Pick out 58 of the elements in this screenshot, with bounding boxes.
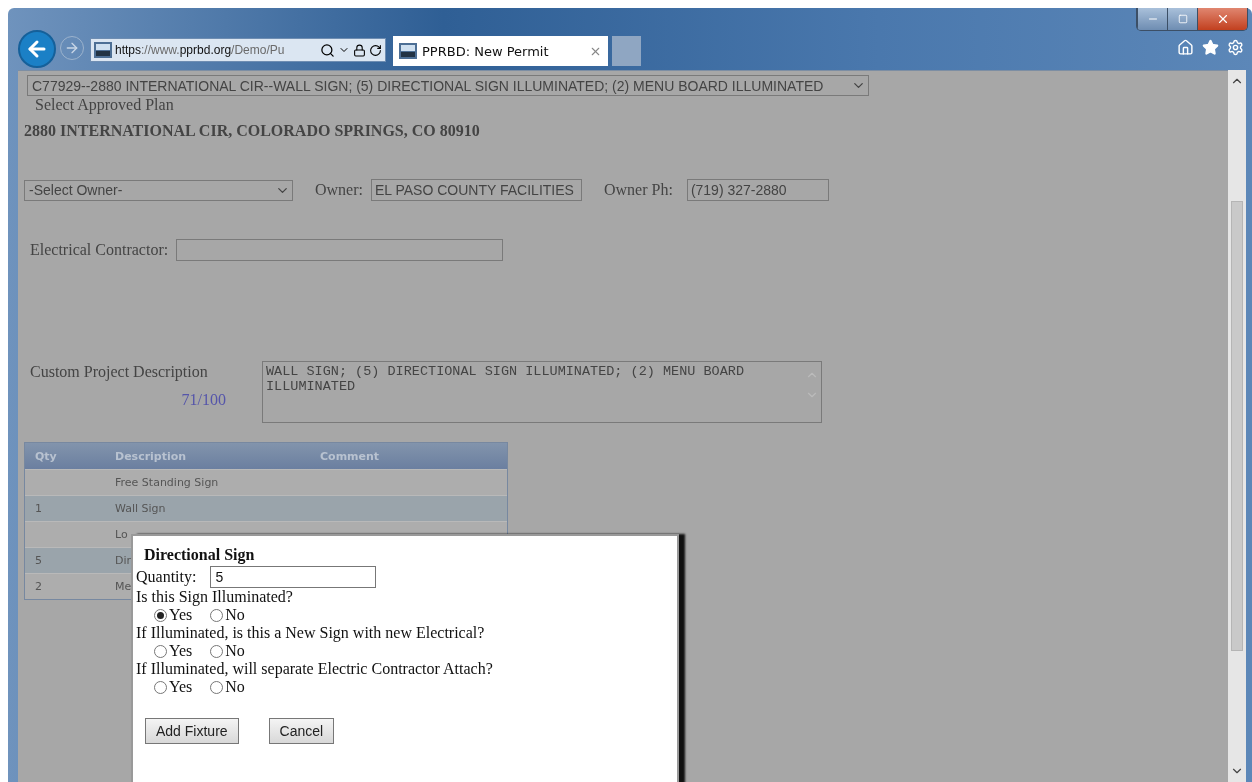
description-cell: Free Standing Sign bbox=[115, 476, 219, 489]
question-text: Is this Sign Illuminated? bbox=[136, 588, 294, 606]
browser-tab[interactable]: PPRBD: New Permit bbox=[393, 36, 608, 66]
add-fixture-button[interactable]: Add Fixture bbox=[145, 718, 239, 744]
close-button[interactable] bbox=[1197, 8, 1247, 30]
url-text: /Demo/Pu bbox=[231, 43, 285, 57]
settings-icon[interactable] bbox=[1227, 39, 1244, 56]
minimize-button[interactable] bbox=[1137, 8, 1167, 30]
electrical-contractor-label: Electrical Contractor: bbox=[30, 241, 169, 259]
character-counter: 71/100 bbox=[180, 391, 227, 409]
qty-cell: 5 bbox=[35, 554, 42, 567]
plan-select[interactable]: C77929--2880 INTERNATIONAL CIR--WALL SIGN; (5) DIRECTIONAL SIGN ILLUMINATED; (2) MENU BOARD ILLUMINATED bbox=[27, 75, 869, 96]
owner-phone-field[interactable]: (719) 327-2880 bbox=[686, 179, 829, 201]
owner-phone-label: Owner Ph: bbox=[604, 181, 673, 199]
column-header: Comment bbox=[320, 449, 381, 463]
electrical-contractor-field[interactable] bbox=[176, 239, 504, 261]
radio-option[interactable]: Yes bbox=[154, 678, 193, 696]
right-arrow-icon bbox=[64, 40, 80, 56]
description-cell: Wall Sign bbox=[115, 502, 166, 515]
scrollbar[interactable] bbox=[1228, 70, 1246, 782]
address-bar[interactable]: https://www.pprbd.org/Demo/Pu bbox=[90, 38, 386, 62]
column-header: Qty bbox=[35, 449, 58, 463]
refresh-icon[interactable] bbox=[369, 43, 382, 57]
cancel-button[interactable]: Cancel bbox=[268, 718, 335, 744]
url-text: https bbox=[115, 43, 141, 57]
home-icon[interactable] bbox=[1177, 39, 1194, 56]
maximize-button[interactable] bbox=[1167, 8, 1197, 30]
radio-option[interactable]: No bbox=[210, 606, 245, 624]
quantity-label: Quantity: bbox=[136, 568, 197, 586]
back-button[interactable] bbox=[18, 30, 56, 68]
maximize-icon bbox=[1177, 14, 1188, 24]
url-text: pprbd.org bbox=[179, 43, 232, 57]
site-favicon-icon bbox=[94, 42, 112, 58]
url-text: ://www. bbox=[141, 43, 180, 57]
qty-cell: 1 bbox=[35, 502, 42, 515]
radio-option[interactable]: Yes bbox=[154, 642, 193, 660]
question-text: If Illuminated, is this a New Sign with new Electrical? bbox=[136, 624, 486, 642]
owner-select[interactable]: -Select Owner- bbox=[24, 179, 293, 201]
radio-option[interactable]: No bbox=[210, 678, 245, 696]
lock-icon bbox=[353, 43, 366, 57]
description-label: Custom Project Description bbox=[30, 363, 209, 381]
description-cell: Dir bbox=[115, 554, 132, 567]
description-cell: Lo bbox=[115, 528, 128, 541]
owner-field[interactable]: EL PASO COUNTY FACILITIES bbox=[371, 179, 582, 201]
radio-option[interactable]: Yes bbox=[154, 606, 193, 624]
favorites-star-icon[interactable] bbox=[1202, 39, 1219, 56]
quantity-field[interactable]: 5 bbox=[210, 566, 377, 588]
site-favicon-icon bbox=[399, 43, 417, 59]
search-icon[interactable] bbox=[320, 42, 335, 58]
column-header: Description bbox=[115, 449, 188, 463]
owner-label: Owner: bbox=[315, 181, 363, 199]
plan-label: Select Approved Plan bbox=[34, 96, 175, 114]
question-text: If Illuminated, will separate Electric Contractor Attach? bbox=[136, 660, 494, 678]
description-cell: Me bbox=[115, 580, 132, 593]
site-address: 2880 INTERNATIONAL CIR, COLORADO SPRINGS, CO 80910 bbox=[24, 122, 481, 140]
radio-option[interactable]: No bbox=[210, 642, 245, 660]
qty-cell: 2 bbox=[35, 580, 42, 593]
dialog-title: Directional Sign bbox=[143, 546, 256, 564]
